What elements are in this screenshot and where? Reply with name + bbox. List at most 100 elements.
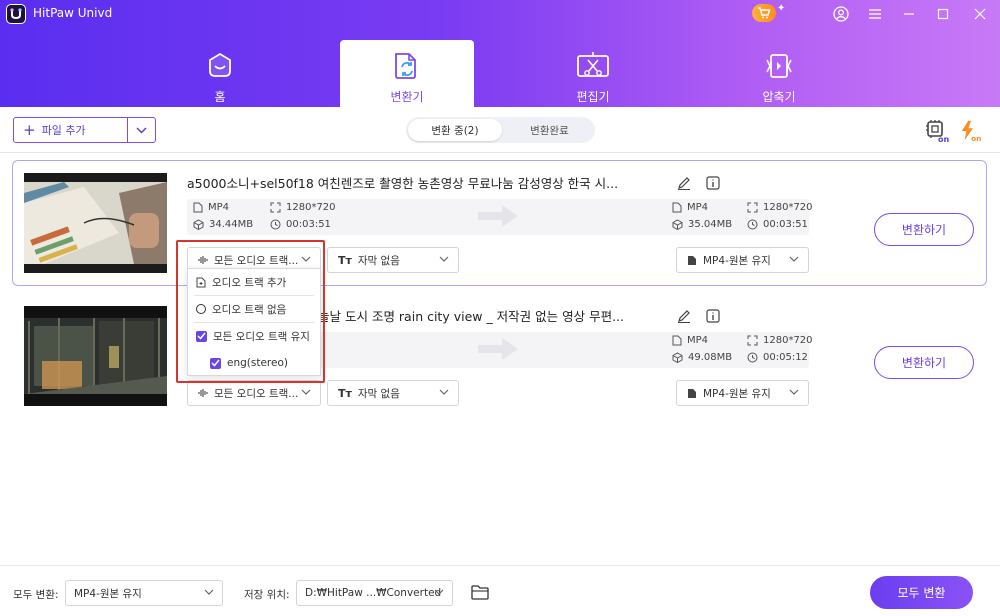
size-icon [672,352,683,363]
text-icon: Tт [338,253,352,267]
out-resolution: 1280*720 [747,335,813,346]
file-icon [672,202,682,213]
output-format-value: MP4-원본 유지 [703,387,771,400]
chevron-down-icon [135,126,147,134]
resolution-icon [747,335,758,346]
info-icon[interactable] [705,175,721,191]
minimize-icon[interactable] [892,0,926,28]
tab-editor[interactable]: 편집기 [526,40,660,107]
src-resolution-value: 1280*720 [286,202,336,213]
out-format-value: MP4 [687,202,709,213]
chevron-down-icon [789,256,799,262]
src-format-value: MP4 [208,202,230,213]
tab-compressor-label: 압축기 [762,90,796,104]
out-size-value: 35.04MB [688,219,733,230]
shop-cart-icon[interactable] [752,4,776,22]
title-bar: HitPaw Univd ✦ 홈 변환기 편집기 압축기 [0,0,1000,107]
src-format: MP4 [193,202,229,213]
status-segment: 변환 중(2) 변환완료 [406,117,595,143]
convert-arrow-icon [478,205,518,227]
add-file-dropdown[interactable] [127,118,155,142]
resolution-icon [747,202,758,213]
out-format: MP4 [672,335,708,346]
chevron-down-icon [301,389,311,395]
output-format-select[interactable]: MP4-원본 유지 [676,380,809,406]
out-size: 49.08MB [672,352,732,363]
tab-converted[interactable]: 변환완료 [506,119,593,141]
text-icon: Tт [338,386,352,400]
file-icon [688,255,696,265]
out-resolution-value: 1280*720 [763,335,813,346]
add-file-main[interactable]: + 파일 추가 [14,118,128,142]
video-thumbnail[interactable] [24,306,167,406]
size-icon [193,219,204,230]
convert-all-format-select[interactable]: MP4-원본 유지 [65,580,223,606]
compressor-icon [764,52,794,83]
video-thumbnail[interactable] [24,173,167,273]
clock-icon [747,352,758,363]
src-duration-value: 00:03:51 [286,219,331,230]
editor-icon [576,52,610,83]
resolution-icon [270,202,281,213]
tab-home-label: 홈 [214,90,226,104]
tab-converting[interactable]: 변환 중(2) [408,119,502,141]
hardware-accel-icon[interactable]: on [925,119,951,143]
chevron-down-icon [439,256,449,262]
audio-track-value: 모든 오디오 트랙... [214,387,299,400]
add-file-button[interactable]: + 파일 추가 [13,117,156,143]
close-icon[interactable] [960,0,1000,28]
save-location-select[interactable]: D:₩HitPaw ...₩Converted [296,580,453,606]
output-format-select[interactable]: MP4-원본 유지 [676,247,809,273]
edit-icon[interactable] [676,308,692,324]
home-icon [207,52,233,81]
out-size: 35.04MB [672,219,732,230]
lightning-on-badge: on [971,134,981,143]
size-icon [672,219,683,230]
subtitle-select[interactable]: Tт 자막 없음 [327,247,459,273]
file-name: 늘날 도시 조명 rain city view _ 저작권 없는 영상 무편..… [318,309,625,324]
subtitle-value: 자막 없음 [357,254,400,267]
file-icon [672,335,682,346]
subtitle-value: 자막 없음 [357,387,400,400]
convert-button[interactable]: 변환하기 [874,346,974,379]
subtitle-select[interactable]: Tт 자막 없음 [327,380,459,406]
app-logo [6,4,26,24]
folder-icon[interactable] [471,584,489,600]
maximize-icon[interactable] [926,0,960,28]
sparkle-icon: ✦ [777,3,786,14]
src-size-value: 34.44MB [209,219,254,230]
audio-wave-icon [198,389,208,397]
out-format: MP4 [672,202,708,213]
file-icon [193,202,203,213]
convert-all-format-value: MP4-원본 유지 [74,587,142,600]
convert-all-label: 모두 변환: [13,589,59,601]
tab-compressor[interactable]: 압축기 [712,40,846,107]
audio-track-select[interactable]: 모든 오디오 트랙... [187,380,321,406]
out-duration-value: 00:03:51 [763,219,808,230]
tab-home[interactable]: 홈 [153,40,287,107]
src-size: 34.44MB [193,219,253,230]
out-size-value: 49.08MB [688,352,733,363]
account-icon[interactable] [824,0,858,28]
src-resolution: 1280*720 [270,202,336,213]
tab-editor-label: 편집기 [576,90,610,104]
lightning-speed-icon[interactable]: on [959,119,985,143]
convert-all-button[interactable]: 모두 변환 [870,576,973,609]
tab-converter[interactable]: 변환기 [340,40,474,107]
info-icon[interactable] [705,308,721,324]
out-resolution: 1280*720 [747,202,813,213]
convert-button[interactable]: 변환하기 [874,213,974,246]
chevron-down-icon [434,589,444,595]
save-location-label: 저장 위치: [244,589,290,601]
edit-icon[interactable] [676,175,692,191]
plus-icon: + [23,121,36,139]
src-duration: 00:03:51 [270,219,331,230]
out-resolution-value: 1280*720 [763,202,813,213]
out-format-value: MP4 [687,335,709,346]
clock-icon [270,219,281,230]
out-duration-value: 00:05:12 [763,352,808,363]
menu-icon[interactable] [858,0,892,28]
add-file-label: 파일 추가 [41,124,86,137]
clock-icon [747,219,758,230]
app-title: HitPaw Univd [33,6,113,20]
